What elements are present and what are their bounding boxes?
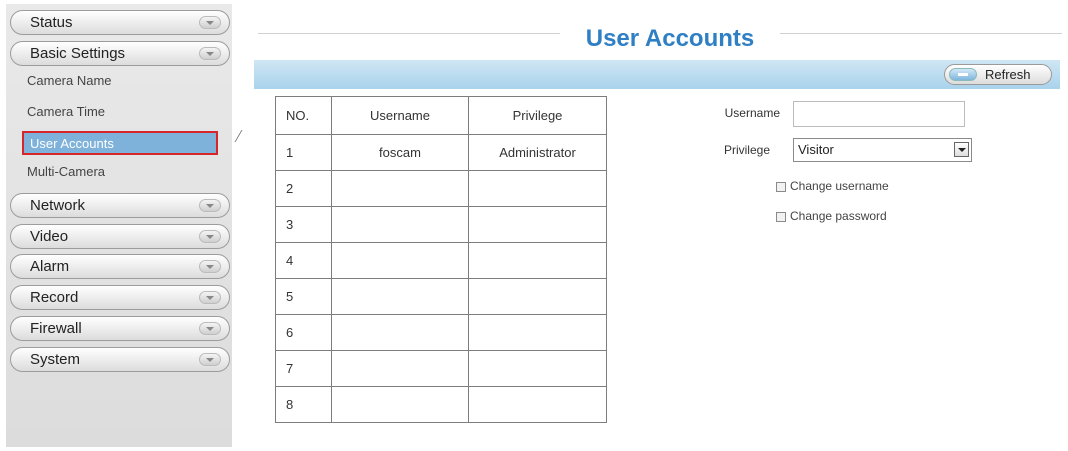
nav-network[interactable]: Network	[10, 193, 230, 218]
cell-no: 3	[275, 206, 332, 243]
chevron-down-icon	[199, 230, 221, 243]
nav-system[interactable]: System	[10, 347, 230, 372]
nav-record[interactable]: Record	[10, 285, 230, 310]
dropdown-arrow-icon[interactable]	[954, 142, 969, 157]
nav-label: Video	[30, 228, 69, 245]
cell-no: 5	[275, 278, 332, 315]
nav-alarm[interactable]: Alarm	[10, 254, 230, 279]
nav-label: Firewall	[30, 320, 82, 337]
nav-firewall[interactable]: Firewall	[10, 316, 230, 341]
cell-username	[331, 386, 469, 423]
chevron-down-icon	[199, 353, 221, 366]
header-no: NO.	[275, 96, 332, 135]
chevron-down-icon	[199, 16, 221, 29]
chevron-down-icon	[199, 260, 221, 273]
cell-privilege	[468, 386, 607, 423]
cell-privilege	[468, 206, 607, 243]
change-username-row[interactable]: Change username	[776, 179, 889, 193]
sub-item-user-accounts[interactable]: User Accounts	[22, 131, 218, 155]
username-label: Username	[724, 106, 780, 120]
nav-label: Alarm	[30, 258, 70, 275]
table-row[interactable]: 4	[275, 242, 607, 279]
nav-basic-settings[interactable]: Basic Settings	[10, 41, 230, 66]
table-row[interactable]: 1 foscam Administrator	[275, 134, 607, 171]
nav-label: Network	[30, 197, 86, 214]
cell-no: 7	[275, 350, 332, 387]
privilege-label: Privilege	[723, 143, 770, 157]
cell-username	[331, 206, 469, 243]
cell-privilege: Administrator	[468, 134, 607, 171]
table-row[interactable]: 7	[275, 350, 607, 387]
nav-video[interactable]: Video	[10, 224, 230, 249]
cell-privilege	[468, 278, 607, 315]
username-input[interactable]	[793, 101, 965, 127]
cell-privilege	[468, 314, 607, 351]
table-row[interactable]: 8	[275, 386, 607, 423]
sub-item-camera-time[interactable]: Camera Time	[27, 102, 105, 122]
cell-username	[331, 278, 469, 315]
chevron-down-icon	[199, 322, 221, 335]
refresh-button[interactable]: Refresh	[944, 64, 1052, 85]
privilege-select[interactable]: Visitor	[793, 138, 972, 162]
chevron-down-icon	[199, 199, 221, 212]
nav-label: Basic Settings	[30, 45, 126, 62]
nav-label: Status	[30, 14, 73, 31]
header-username: Username	[331, 96, 469, 135]
refresh-label: Refresh	[985, 67, 1031, 82]
cell-username	[331, 350, 469, 387]
change-password-label: Change password	[790, 209, 887, 223]
cell-no: 1	[275, 134, 332, 171]
table-header-row: NO. Username Privilege	[275, 96, 607, 135]
header-privilege: Privilege	[468, 96, 607, 135]
table-row[interactable]: 3	[275, 206, 607, 243]
cell-username: foscam	[331, 134, 469, 171]
user-accounts-table: NO. Username Privilege 1 foscam Administ…	[275, 96, 607, 423]
sub-item-multi-camera[interactable]: Multi-Camera	[27, 162, 105, 182]
nav-status[interactable]: Status	[10, 10, 230, 35]
change-username-checkbox[interactable]	[776, 181, 786, 192]
table-row[interactable]: 6	[275, 314, 607, 351]
change-password-row[interactable]: Change password	[776, 209, 887, 223]
chevron-down-icon	[199, 291, 221, 304]
table-row[interactable]: 5	[275, 278, 607, 315]
refresh-icon	[949, 68, 977, 81]
cell-username	[331, 314, 469, 351]
cell-username	[331, 242, 469, 279]
privilege-value: Visitor	[798, 142, 834, 157]
table-row[interactable]: 2	[275, 170, 607, 207]
cell-privilege	[468, 242, 607, 279]
cell-privilege	[468, 350, 607, 387]
cell-privilege	[468, 170, 607, 207]
cell-no: 6	[275, 314, 332, 351]
toolbar: Refresh	[254, 60, 1060, 89]
cell-username	[331, 170, 469, 207]
change-password-checkbox[interactable]	[776, 211, 786, 222]
cell-no: 4	[275, 242, 332, 279]
change-username-label: Change username	[790, 179, 889, 193]
sub-item-camera-name[interactable]: Camera Name	[27, 71, 112, 91]
cell-no: 8	[275, 386, 332, 423]
cell-no: 2	[275, 170, 332, 207]
chevron-down-icon	[199, 47, 221, 60]
sidebar-pointer-icon	[234, 130, 249, 142]
nav-label: System	[30, 351, 81, 368]
sidebar: Status Basic Settings Camera Name Camera…	[6, 4, 232, 447]
page-title: User Accounts	[560, 22, 780, 56]
nav-label: Record	[30, 289, 79, 306]
